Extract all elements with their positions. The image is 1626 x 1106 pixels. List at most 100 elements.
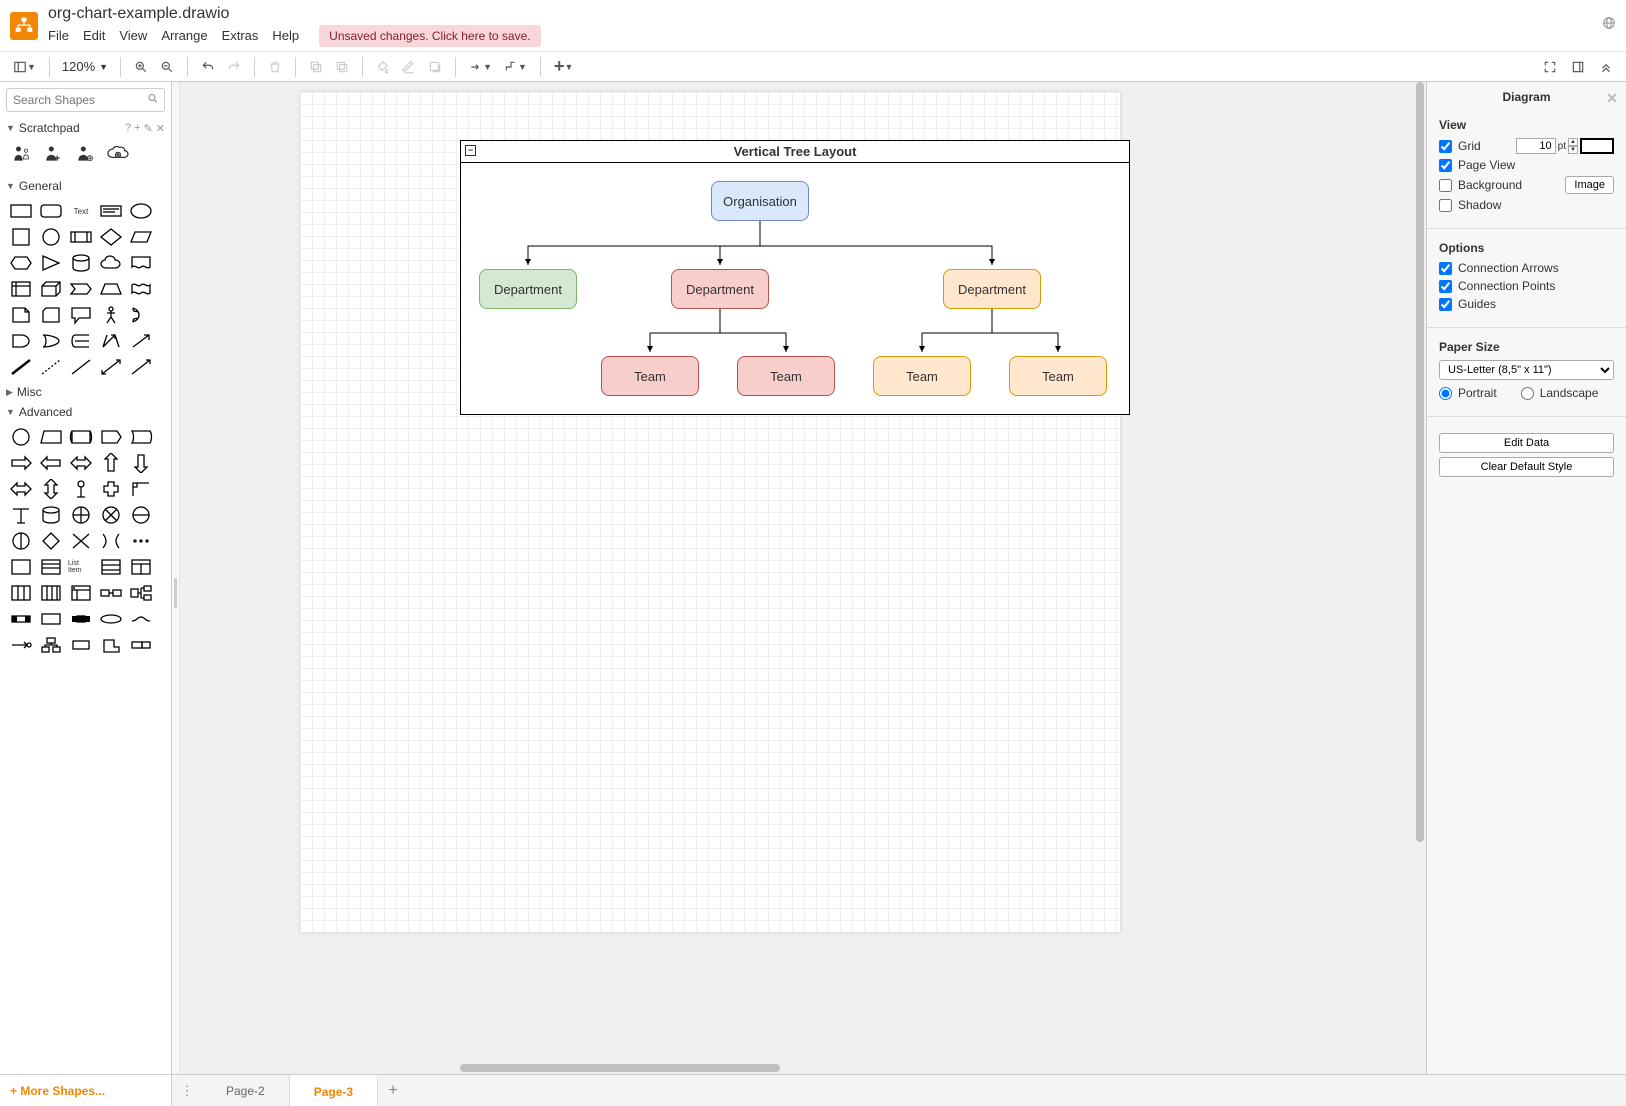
shape-and[interactable]: [8, 330, 34, 352]
shape-internal-storage[interactable]: [8, 278, 34, 300]
section-scratchpad[interactable]: ▼ Scratchpad ? + ✎ ✕: [0, 118, 171, 138]
adv-shape[interactable]: [98, 504, 124, 526]
shape-line-thin[interactable]: [68, 356, 94, 378]
shape-cube[interactable]: [38, 278, 64, 300]
grid-size-input[interactable]: [1516, 138, 1556, 154]
node-team-3[interactable]: Team: [873, 356, 971, 396]
adv-shape[interactable]: [98, 556, 124, 578]
node-department-3[interactable]: Department: [943, 269, 1041, 309]
adv-shape[interactable]: [8, 556, 34, 578]
adv-shape[interactable]: [38, 452, 64, 474]
node-department-1[interactable]: Department: [479, 269, 577, 309]
to-front-button[interactable]: [304, 56, 328, 78]
scratch-shape-4[interactable]: [106, 144, 130, 170]
undo-button[interactable]: [196, 56, 220, 78]
adv-shape[interactable]: [8, 634, 34, 656]
node-organisation[interactable]: Organisation: [711, 181, 809, 221]
section-misc[interactable]: ▶ Misc: [0, 382, 171, 402]
menu-file[interactable]: File: [48, 28, 69, 43]
document-title[interactable]: org-chart-example.drawio: [48, 5, 1602, 23]
zoom-out-button[interactable]: [155, 56, 179, 78]
adv-shape[interactable]: [38, 608, 64, 630]
adv-shape[interactable]: [128, 452, 154, 474]
shape-circle[interactable]: [38, 226, 64, 248]
adv-shape[interactable]: [128, 504, 154, 526]
scratch-shape-2[interactable]: [42, 144, 64, 170]
scratchpad-close-icon[interactable]: ✕: [156, 122, 165, 135]
scratchpad-add-icon[interactable]: +: [134, 122, 140, 135]
node-team-4[interactable]: Team: [1009, 356, 1107, 396]
conn-arrows-checkbox[interactable]: [1439, 262, 1452, 275]
shape-trapezoid[interactable]: [98, 278, 124, 300]
language-icon[interactable]: [1602, 16, 1616, 35]
sidebar-splitter[interactable]: [172, 82, 180, 1074]
shape-line-bidir[interactable]: [98, 356, 124, 378]
adv-shape[interactable]: [128, 608, 154, 630]
tab-menu-button[interactable]: ⋮: [172, 1075, 202, 1106]
zoom-in-button[interactable]: [129, 56, 153, 78]
shape-datastore[interactable]: [68, 330, 94, 352]
adv-shape[interactable]: [38, 530, 64, 552]
unsaved-changes-banner[interactable]: Unsaved changes. Click here to save.: [319, 25, 540, 47]
redo-button[interactable]: [222, 56, 246, 78]
node-department-2[interactable]: Department: [671, 269, 769, 309]
background-checkbox[interactable]: [1439, 179, 1452, 192]
format-panel-button[interactable]: [1566, 56, 1590, 78]
adv-shape[interactable]: [128, 582, 154, 604]
shape-diamond[interactable]: [98, 226, 124, 248]
adv-shape[interactable]: [8, 504, 34, 526]
tree-title-bar[interactable]: − Vertical Tree Layout: [461, 141, 1129, 163]
horizontal-scrollbar[interactable]: [460, 1064, 780, 1072]
grid-color-swatch[interactable]: [1580, 138, 1614, 154]
clear-style-button[interactable]: Clear Default Style: [1439, 457, 1614, 477]
shape-hexagon[interactable]: [8, 252, 34, 274]
menu-edit[interactable]: Edit: [83, 28, 105, 43]
adv-shape[interactable]: [8, 478, 34, 500]
grid-stepper[interactable]: ▲▼: [1568, 138, 1578, 154]
panel-close-icon[interactable]: ✕: [1606, 90, 1618, 107]
shape-text[interactable]: Text: [68, 200, 94, 222]
adv-shape[interactable]: [38, 582, 64, 604]
adv-shape[interactable]: [98, 634, 124, 656]
shape-arrow[interactable]: [128, 330, 154, 352]
to-back-button[interactable]: [330, 56, 354, 78]
adv-shape[interactable]: [68, 452, 94, 474]
adv-shape[interactable]: [68, 426, 94, 448]
adv-shape[interactable]: [68, 582, 94, 604]
adv-shape[interactable]: [8, 582, 34, 604]
shape-rectangle[interactable]: [8, 200, 34, 222]
adv-shape[interactable]: [38, 426, 64, 448]
tree-container[interactable]: − Vertical Tree Layout Organisatio: [460, 140, 1130, 415]
shape-card[interactable]: [38, 304, 64, 326]
shape-line-dashed[interactable]: [38, 356, 64, 378]
adv-shape[interactable]: [68, 478, 94, 500]
shape-textbox[interactable]: [98, 200, 124, 222]
menu-view[interactable]: View: [119, 28, 147, 43]
adv-shape[interactable]: [98, 478, 124, 500]
adv-shape[interactable]: [128, 530, 154, 552]
insert-button[interactable]: +▼: [549, 56, 578, 78]
adv-shape[interactable]: [38, 556, 64, 578]
scratchpad-help-icon[interactable]: ?: [125, 122, 131, 135]
grid-checkbox[interactable]: [1439, 140, 1452, 153]
edit-data-button[interactable]: Edit Data: [1439, 433, 1614, 453]
adv-shape[interactable]: [68, 608, 94, 630]
adv-shape[interactable]: [128, 634, 154, 656]
shadow-checkbox[interactable]: [1439, 199, 1452, 212]
adv-shape[interactable]: [98, 608, 124, 630]
guides-checkbox[interactable]: [1439, 298, 1452, 311]
adv-shape[interactable]: [8, 426, 34, 448]
search-shapes-input[interactable]: [6, 88, 165, 112]
waypoint-style-button[interactable]: ▼: [499, 56, 532, 78]
shape-triangle[interactable]: [38, 252, 64, 274]
adv-shape[interactable]: [98, 452, 124, 474]
scratch-shape-3[interactable]: [74, 144, 96, 170]
shape-note[interactable]: [8, 304, 34, 326]
fullscreen-button[interactable]: [1538, 56, 1562, 78]
landscape-radio[interactable]: [1521, 387, 1534, 400]
scratchpad-edit-icon[interactable]: ✎: [144, 122, 153, 135]
shape-line-solid[interactable]: [8, 356, 34, 378]
shape-curly[interactable]: [128, 304, 154, 326]
shape-step[interactable]: [68, 278, 94, 300]
add-page-button[interactable]: +: [378, 1075, 408, 1106]
